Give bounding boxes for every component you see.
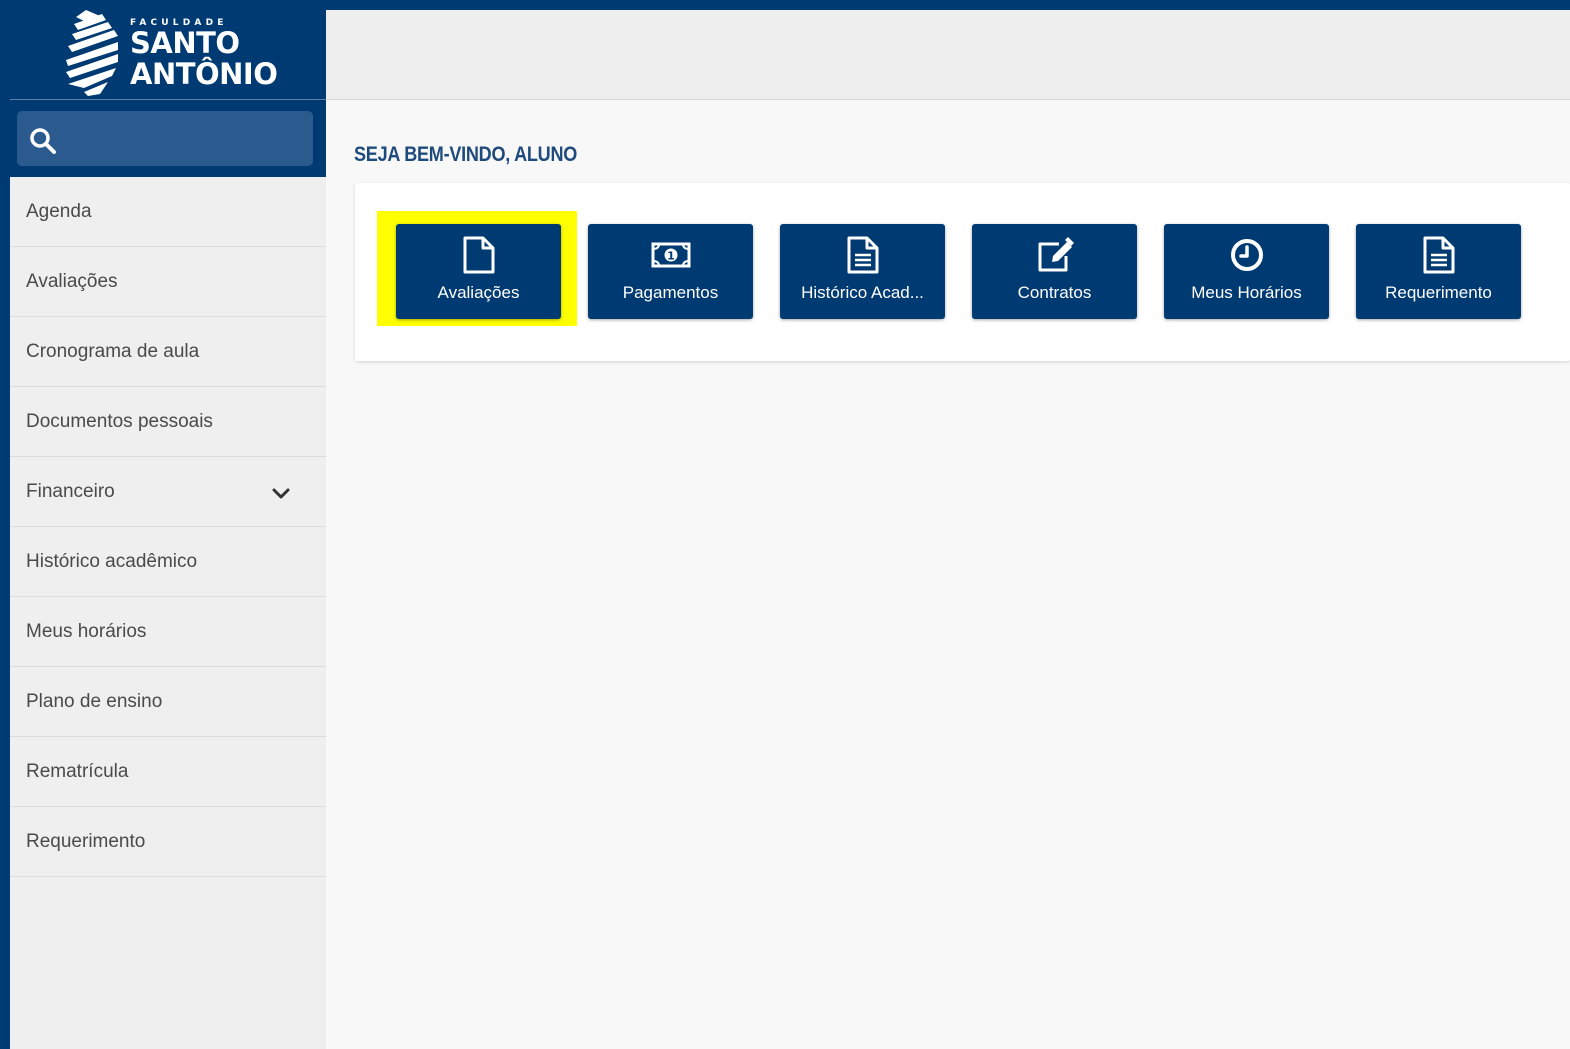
sidebar-item-label: Histórico acadêmico <box>26 550 198 572</box>
tile-requerimento[interactable]: Requerimento <box>1356 224 1521 319</box>
sidebar: FACULDADE SANTO ANTÔNIO Agenda Avaliaçõe… <box>10 0 326 1049</box>
sidebar-item-requerimento[interactable]: Requerimento <box>10 807 326 877</box>
tile-label: Contratos <box>1017 283 1092 302</box>
tile-label: Histórico Acad... <box>801 283 924 302</box>
tile-historico[interactable]: Histórico Acad... <box>780 224 945 319</box>
sidebar-item-avaliacoes[interactable]: Avaliações <box>10 247 326 317</box>
sidebar-item-label: Cronograma de aula <box>26 340 200 362</box>
logo-icon <box>64 10 120 103</box>
clock-icon <box>1164 236 1329 274</box>
logo-line2: ANTÔNIO <box>130 57 278 91</box>
sidebar-item-historico[interactable]: Histórico acadêmico <box>10 527 326 597</box>
search-area <box>10 100 326 177</box>
sidebar-item-plano[interactable]: Plano de ensino <box>10 667 326 737</box>
logo-text: FACULDADE SANTO ANTÔNIO <box>130 18 278 91</box>
sidebar-item-cronograma[interactable]: Cronograma de aula <box>10 317 326 387</box>
money-icon: 1 <box>588 236 753 274</box>
tile-meus-horarios[interactable]: Meus Horários <box>1164 224 1329 319</box>
sidebar-item-horarios[interactable]: Meus horários <box>10 597 326 667</box>
sidebar-item-label: Financeiro <box>26 480 115 502</box>
search-input[interactable] <box>69 121 304 156</box>
chevron-down-icon[interactable] <box>272 484 290 506</box>
sidebar-menu: Agenda Avaliações Cronograma de aula Doc… <box>10 177 326 877</box>
main-content: SEJA BEM-VINDO, ALUNO Avaliações 1 Pagam… <box>326 10 1570 1049</box>
tile-label: Meus Horários <box>1191 283 1302 302</box>
svg-text:1: 1 <box>667 250 675 263</box>
document-text-icon <box>780 236 945 274</box>
sidebar-item-label: Rematrícula <box>26 760 129 782</box>
tile-pagamentos[interactable]: 1 Pagamentos <box>588 224 753 319</box>
search-icon[interactable] <box>29 127 57 160</box>
tile-avaliacoes[interactable]: Avaliações <box>396 224 561 319</box>
document-text-icon <box>1356 236 1521 274</box>
sidebar-item-financeiro[interactable]: Financeiro <box>10 457 326 527</box>
sidebar-item-label: Avaliações <box>26 270 118 292</box>
top-bar <box>326 10 1570 100</box>
logo-line1: SANTO <box>130 26 240 60</box>
sidebar-item-rematricula[interactable]: Rematrícula <box>10 737 326 807</box>
logo-area: FACULDADE SANTO ANTÔNIO <box>10 0 326 100</box>
sidebar-item-documentos[interactable]: Documentos pessoais <box>10 387 326 457</box>
search-box[interactable] <box>17 111 313 166</box>
tile-contratos[interactable]: Contratos <box>972 224 1137 319</box>
sidebar-item-label: Agenda <box>26 200 92 222</box>
page-title: SEJA BEM-VINDO, ALUNO <box>354 143 578 166</box>
shortcuts-card: Avaliações 1 Pagamentos Histórico Acad..… <box>355 183 1570 361</box>
sidebar-item-agenda[interactable]: Agenda <box>10 177 326 247</box>
sidebar-item-label: Plano de ensino <box>26 690 163 712</box>
file-icon <box>396 236 561 274</box>
tile-label: Pagamentos <box>622 283 719 302</box>
tile-label: Avaliações <box>437 283 520 302</box>
sidebar-item-label: Requerimento <box>26 830 146 852</box>
sidebar-item-label: Documentos pessoais <box>26 410 213 432</box>
edit-icon <box>972 236 1137 274</box>
tile-label: Requerimento <box>1385 283 1492 302</box>
sidebar-item-label: Meus horários <box>26 620 147 642</box>
